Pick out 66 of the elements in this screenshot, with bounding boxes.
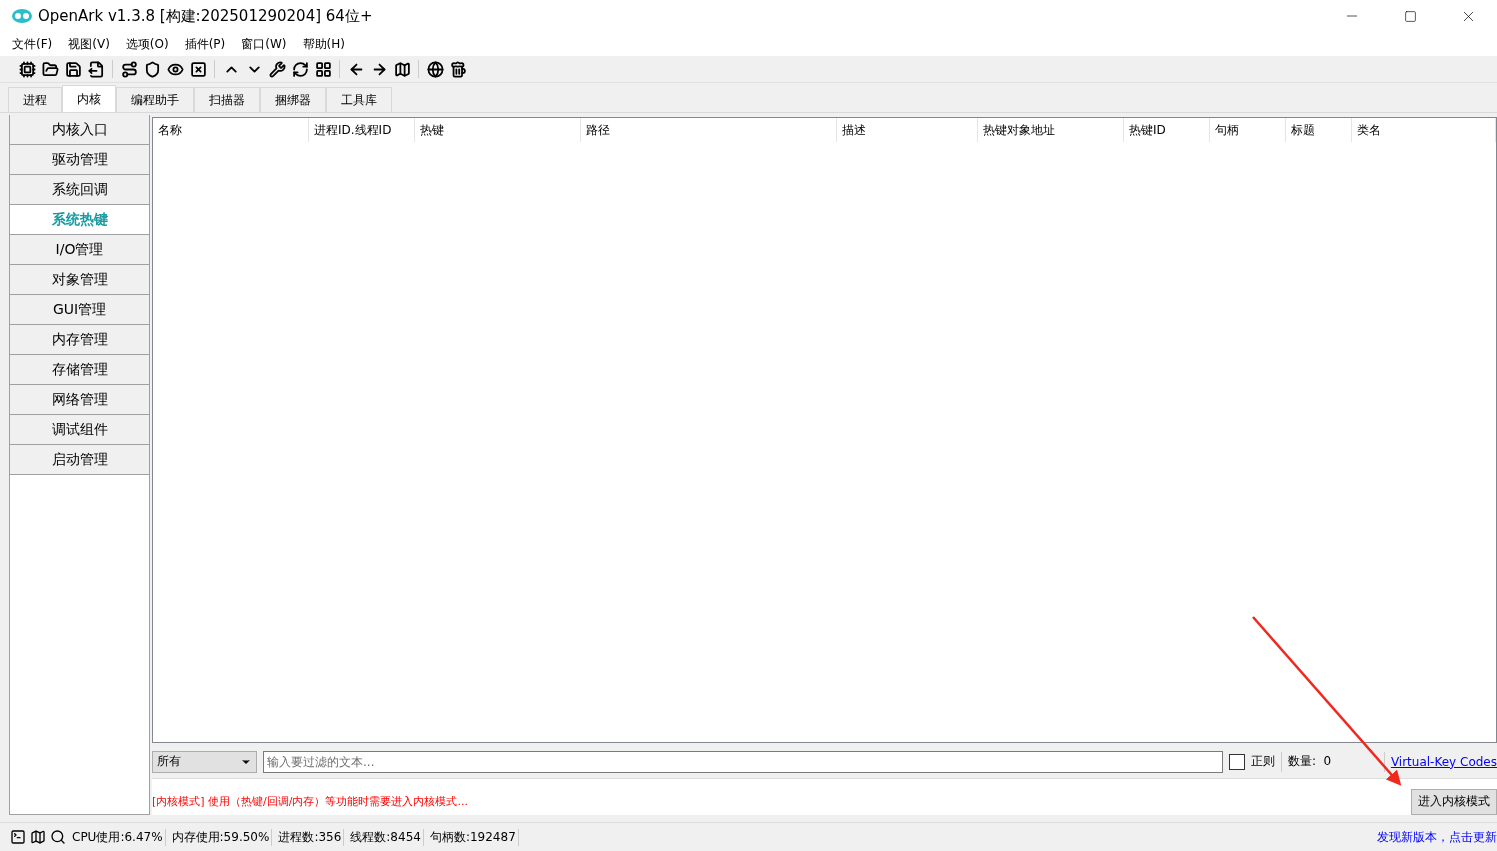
terminal-icon[interactable] [10, 829, 26, 845]
map-icon[interactable] [30, 829, 46, 845]
sidebar-item[interactable]: GUI管理 [10, 295, 149, 325]
kernel-mode-notice: [内核模式] 使用（热键/回调/内存）等功能时需要进入内核模式... [152, 794, 468, 810]
sidebar-item[interactable]: 存储管理 [10, 355, 149, 385]
regex-checkbox[interactable] [1228, 753, 1245, 770]
virtual-key-codes-link[interactable]: Virtual-Key Codes [1390, 754, 1497, 769]
eye-logo-icon [12, 9, 32, 23]
chip-icon[interactable] [18, 60, 36, 78]
status-item: CPU使用:6.47% [70, 828, 166, 846]
map-icon[interactable] [393, 60, 411, 78]
route-icon[interactable] [120, 60, 138, 78]
sidebar-item[interactable]: 内存管理 [10, 325, 149, 355]
menu-item[interactable]: 文件(F) [4, 35, 61, 53]
status-item: 进程数:356 [276, 828, 345, 846]
filter-input[interactable]: 输入要过滤的文本... [263, 750, 1223, 773]
column-header[interactable]: 热键ID [1124, 118, 1210, 142]
sidebar-item[interactable]: 内核入口 [10, 115, 149, 145]
sidebar-item[interactable]: 对象管理 [10, 265, 149, 295]
tab[interactable]: 编程助手 [116, 87, 194, 112]
menu-item[interactable]: 视图(V) [60, 35, 118, 53]
save-icon[interactable] [64, 60, 82, 78]
refresh-icon[interactable] [291, 60, 309, 78]
sidebar-item[interactable]: I/O管理 [10, 235, 149, 265]
count-label: 数量: 0 [1287, 753, 1333, 771]
tab[interactable]: 捆绑器 [260, 87, 326, 112]
column-header[interactable]: 路径 [581, 118, 837, 142]
tab[interactable]: 内核 [62, 85, 116, 112]
export-icon[interactable] [87, 60, 105, 78]
tab[interactable]: 进程 [8, 87, 62, 112]
menu-item[interactable]: 窗口(W) [233, 35, 295, 53]
shield-icon[interactable] [143, 60, 161, 78]
column-header[interactable]: 类名 [1352, 118, 1496, 142]
status-item: 句柄数:192487 [427, 828, 519, 846]
column-header[interactable]: 热键对象地址 [978, 118, 1124, 142]
status-item: 线程数:8454 [348, 828, 424, 846]
wrench-icon[interactable] [268, 60, 286, 78]
column-header[interactable]: 热键 [415, 118, 581, 142]
column-header[interactable]: 句柄 [1210, 118, 1286, 142]
sidebar-item[interactable]: 启动管理 [10, 445, 149, 475]
sidebar-item[interactable]: 网络管理 [10, 385, 149, 415]
update-link[interactable]: 发现新版本，点击更新 [1377, 828, 1497, 846]
sidebar-item[interactable]: 系统回调 [10, 175, 149, 205]
globe-icon[interactable] [426, 60, 444, 78]
menu-item[interactable]: 帮助(H) [294, 35, 353, 53]
tab[interactable]: 工具库 [326, 87, 392, 112]
enter-kernel-mode-button[interactable]: 进入内核模式 [1411, 789, 1497, 815]
window-title: OpenArk v1.3.8 [构建:202501290204] 64位+ [38, 6, 374, 26]
mug-icon[interactable] [449, 60, 467, 78]
x-square-icon[interactable] [189, 60, 207, 78]
column-header[interactable]: 进程ID.线程ID [309, 118, 415, 142]
scope-dropdown[interactable]: 所有 [152, 750, 257, 773]
search-icon[interactable] [50, 829, 66, 845]
regex-label: 正则 [1250, 753, 1275, 771]
maximize-icon[interactable] [1403, 9, 1417, 23]
column-header[interactable]: 标题 [1286, 118, 1352, 142]
status-item: 内存使用:59.50% [169, 828, 273, 846]
menu-item[interactable]: 选项(O) [117, 35, 177, 53]
column-header[interactable]: 名称 [153, 118, 309, 142]
tab[interactable]: 扫描器 [194, 87, 260, 112]
folder-icon[interactable] [41, 60, 59, 78]
sidebar-item[interactable]: 调试组件 [10, 415, 149, 445]
grid-icon[interactable] [314, 60, 332, 78]
menu-item[interactable]: 插件(P) [176, 35, 234, 53]
sidebar-item[interactable]: 驱动管理 [10, 145, 149, 175]
column-header[interactable]: 描述 [837, 118, 978, 142]
